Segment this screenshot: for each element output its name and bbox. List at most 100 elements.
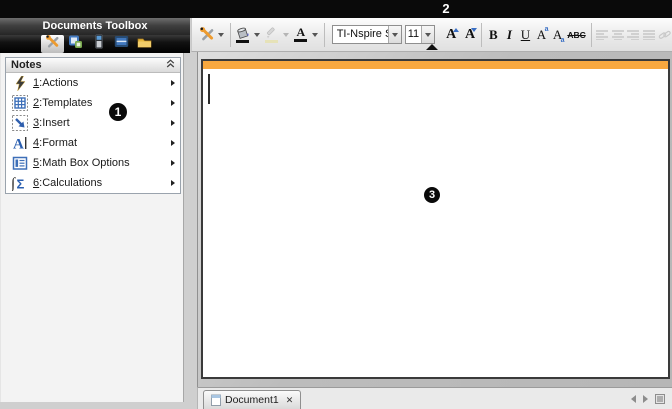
notes-menu-panel: Notes 1:Actions (5, 57, 181, 194)
font-family-dropdown-button[interactable] (388, 26, 401, 43)
dropdown-caret-icon[interactable] (283, 33, 289, 37)
align-center-button[interactable] (611, 23, 625, 47)
highlight-color-button[interactable] (263, 23, 281, 47)
font-family-select[interactable]: TI-Nspire Sans (332, 25, 402, 44)
tab-page-sorter[interactable] (64, 35, 87, 53)
align-right-icon (627, 30, 639, 40)
toolbar-separator (591, 23, 592, 47)
close-tab-icon[interactable]: ✕ (286, 395, 294, 406)
text-color-swatch (294, 39, 307, 42)
document-tab[interactable]: Document1 ✕ (203, 390, 301, 409)
align-justify-icon (643, 30, 655, 40)
insert-arrow-icon (11, 115, 29, 131)
page-sorter-icon (68, 34, 83, 54)
highlighter-icon (264, 27, 279, 39)
text-color-button[interactable]: A (292, 23, 310, 47)
tab-document-tools[interactable] (41, 35, 64, 53)
callout-3: 3 (424, 187, 440, 203)
collapse-panel-icon[interactable] (166, 59, 175, 71)
documents-toolbox-title: Documents Toolbox (0, 18, 190, 35)
decrease-arrow-icon (471, 28, 477, 32)
align-right-button[interactable] (626, 23, 640, 47)
dropdown-caret-icon[interactable] (218, 33, 224, 37)
application-window: 2 Documents Toolbox (0, 0, 672, 409)
dropdown-caret-icon[interactable] (254, 33, 260, 37)
align-center-icon (612, 30, 624, 40)
increase-arrow-icon (453, 28, 459, 32)
submenu-arrow-icon (171, 140, 175, 146)
document-tab-label: Document1 (225, 394, 279, 406)
svg-text:A: A (13, 137, 24, 152)
notes-panel-title: Notes (11, 59, 42, 71)
highlight-color-swatch (265, 40, 278, 43)
fill-color-button[interactable] (234, 23, 252, 47)
tab-utilities[interactable] (133, 35, 156, 53)
bold-button[interactable]: B (485, 23, 501, 47)
document-tools-wrench-icon (45, 34, 61, 55)
font-size-value: 11 (406, 26, 421, 43)
smartview-emulator-icon (95, 34, 103, 54)
text-cursor (208, 74, 210, 104)
underline-button[interactable]: U (517, 23, 533, 47)
menu-item-calculations[interactable]: ∫ Σ 6:Calculations (6, 173, 180, 193)
callout-1: 1 (109, 103, 127, 121)
toolbar-separator (481, 23, 482, 47)
submenu-arrow-icon (171, 160, 175, 166)
submenu-arrow-icon (171, 80, 175, 86)
document-workspace (197, 52, 672, 387)
tab-content-explorer[interactable] (110, 35, 133, 53)
wrench-icon (199, 26, 216, 43)
text-color-letter: A (297, 27, 306, 38)
submenu-arrow-icon (171, 100, 175, 106)
font-size-dropdown-button[interactable] (421, 26, 434, 43)
submenu-arrow-icon (171, 120, 175, 126)
increase-font-size-button[interactable]: A (443, 23, 460, 47)
align-justify-button[interactable] (642, 23, 656, 47)
callout-2: 2 (434, 1, 458, 16)
italic-button[interactable]: I (501, 23, 517, 47)
link-icon (658, 29, 671, 41)
toolbox-panel-body: Notes 1:Actions (0, 53, 184, 402)
menu-item-math-box-options[interactable]: 5:Math Box Options (6, 153, 180, 173)
font-family-value: TI-Nspire Sans (333, 26, 388, 43)
utilities-folder-icon (137, 35, 152, 53)
paint-bucket-icon (235, 27, 250, 39)
submenu-arrow-icon (171, 180, 175, 186)
strikethrough-button[interactable]: ABC (566, 23, 588, 47)
templates-grid-icon (11, 95, 29, 111)
toolbox-tab-strip (0, 35, 190, 53)
tab-smartview-emulator[interactable] (87, 35, 110, 53)
menu-item-templates[interactable]: 2:Templates (6, 93, 180, 113)
dropdown-caret-icon[interactable] (312, 33, 318, 37)
align-left-icon (596, 30, 608, 40)
superscript-button[interactable]: A a (533, 23, 549, 47)
toolbar-separator (324, 23, 325, 47)
annotation-top-bar: 2 (0, 0, 672, 18)
decrease-font-size-button[interactable]: A (462, 23, 479, 47)
toolbar-separator (230, 23, 231, 47)
notes-panel-header: Notes (6, 58, 180, 73)
svg-text:Σ: Σ (17, 177, 25, 192)
menu-item-actions[interactable]: 1:Actions (6, 73, 180, 93)
menu-item-insert[interactable]: 3:Insert (6, 113, 180, 133)
lightning-bolt-icon (11, 75, 29, 91)
subscript-button[interactable]: A a (550, 23, 566, 47)
document-icon (211, 394, 221, 406)
document-tab-bar: Document1 ✕ (197, 387, 672, 409)
insert-link-button[interactable] (657, 23, 671, 47)
previous-page-icon[interactable] (631, 395, 636, 403)
page-accent-bar (203, 61, 668, 69)
document-tools-button[interactable] (199, 23, 216, 47)
align-left-button[interactable] (595, 23, 609, 47)
format-letter-icon: A (11, 135, 29, 151)
integral-sigma-icon: ∫ Σ (11, 175, 29, 191)
toolbar-collapse-arrow[interactable] (426, 44, 438, 50)
menu-item-format[interactable]: A 4:Format (6, 133, 180, 153)
page-navigation (631, 394, 665, 404)
document-page[interactable] (201, 59, 670, 379)
fill-color-swatch (236, 40, 249, 43)
page-sorter-view-icon[interactable] (655, 394, 665, 404)
font-size-select[interactable]: 11 (405, 25, 435, 44)
content-explorer-icon (114, 35, 129, 53)
next-page-icon[interactable] (643, 395, 648, 403)
